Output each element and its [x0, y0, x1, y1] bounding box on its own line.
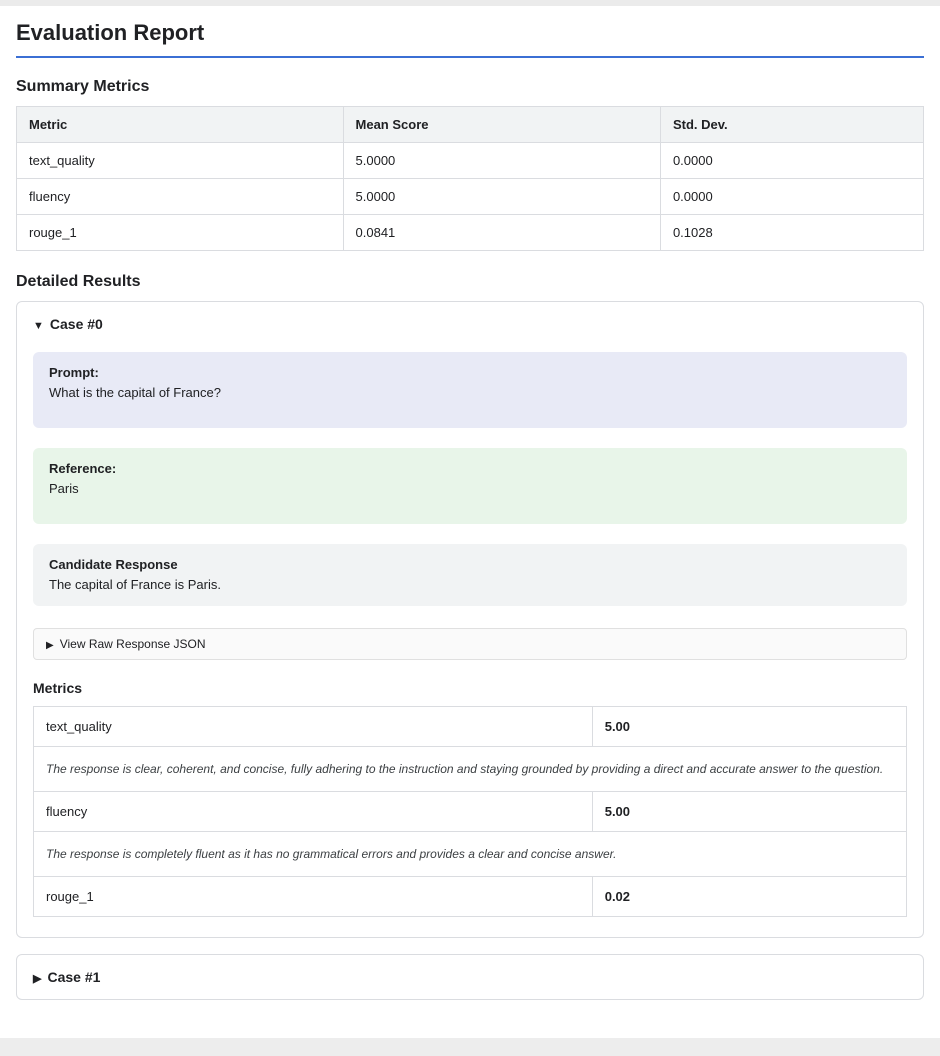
table-row: rouge_1 0.0841 0.1028 — [17, 215, 924, 251]
summary-mean-score: 5.0000 — [343, 179, 660, 215]
table-row: text_quality 5.0000 0.0000 — [17, 143, 924, 179]
summary-mean-score: 5.0000 — [343, 143, 660, 179]
summary-metrics-table: Metric Mean Score Std. Dev. text_quality… — [16, 106, 924, 251]
case-0-metrics-table: text_quality 5.00 The response is clear,… — [33, 706, 907, 917]
metric-name: fluency — [34, 792, 593, 832]
metric-name: text_quality — [34, 707, 593, 747]
table-row: fluency 5.0000 0.0000 — [17, 179, 924, 215]
case-1-label: Case #1 — [47, 969, 100, 985]
chevron-down-icon: ▼ — [33, 320, 44, 332]
view-raw-json-toggle[interactable]: ▶ View Raw Response JSON — [33, 628, 907, 660]
metric-score: 0.02 — [592, 877, 906, 917]
case-card-1: ▶ Case #1 — [16, 954, 924, 1000]
candidate-response-text: The capital of France is Paris. — [49, 577, 891, 592]
detailed-results-heading: Detailed Results — [16, 273, 924, 291]
table-row: fluency 5.00 — [34, 792, 907, 832]
metric-name: rouge_1 — [34, 877, 593, 917]
table-row: rouge_1 0.02 — [34, 877, 907, 917]
metric-explanation-row: The response is clear, coherent, and con… — [34, 747, 907, 792]
reference-text: Paris — [49, 481, 891, 496]
summary-std-dev: 0.1028 — [660, 215, 923, 251]
summary-std-dev: 0.0000 — [660, 143, 923, 179]
reference-label: Reference: — [49, 461, 891, 476]
case-1-toggle[interactable]: ▶ Case #1 — [33, 969, 907, 985]
prompt-box: Prompt: What is the capital of France? — [33, 352, 907, 428]
metric-explanation-text: The response is completely fluent as it … — [34, 832, 907, 877]
summary-metric-name: fluency — [17, 179, 344, 215]
summary-col-mean-score: Mean Score — [343, 107, 660, 143]
summary-col-metric: Metric — [17, 107, 344, 143]
case-card-0: ▼ Case #0 Prompt: What is the capital of … — [16, 301, 924, 938]
summary-col-std-dev: Std. Dev. — [660, 107, 923, 143]
prompt-text: What is the capital of France? — [49, 385, 891, 400]
case-0-label: Case #0 — [50, 316, 103, 332]
summary-header-row: Metric Mean Score Std. Dev. — [17, 107, 924, 143]
summary-mean-score: 0.0841 — [343, 215, 660, 251]
chevron-right-icon: ▶ — [33, 973, 41, 985]
bottom-strip — [0, 1038, 940, 1056]
report-content: Evaluation Report Summary Metrics Metric… — [0, 6, 940, 1056]
page-title: Evaluation Report — [16, 20, 924, 58]
case-0-toggle[interactable]: ▼ Case #0 — [33, 316, 907, 332]
view-raw-json-label: View Raw Response JSON — [60, 637, 206, 651]
metrics-heading: Metrics — [33, 680, 907, 696]
metric-explanation-text: The response is clear, coherent, and con… — [34, 747, 907, 792]
metric-score: 5.00 — [592, 792, 906, 832]
summary-std-dev: 0.0000 — [660, 179, 923, 215]
summary-metric-name: text_quality — [17, 143, 344, 179]
table-row: text_quality 5.00 — [34, 707, 907, 747]
metric-explanation-row: The response is completely fluent as it … — [34, 832, 907, 877]
candidate-response-box: Candidate Response The capital of France… — [33, 544, 907, 606]
prompt-label: Prompt: — [49, 365, 891, 380]
summary-metric-name: rouge_1 — [17, 215, 344, 251]
reference-box: Reference: Paris — [33, 448, 907, 524]
metric-score: 5.00 — [592, 707, 906, 747]
candidate-response-label: Candidate Response — [49, 557, 891, 572]
chevron-right-icon: ▶ — [46, 640, 54, 651]
summary-metrics-heading: Summary Metrics — [16, 78, 924, 96]
